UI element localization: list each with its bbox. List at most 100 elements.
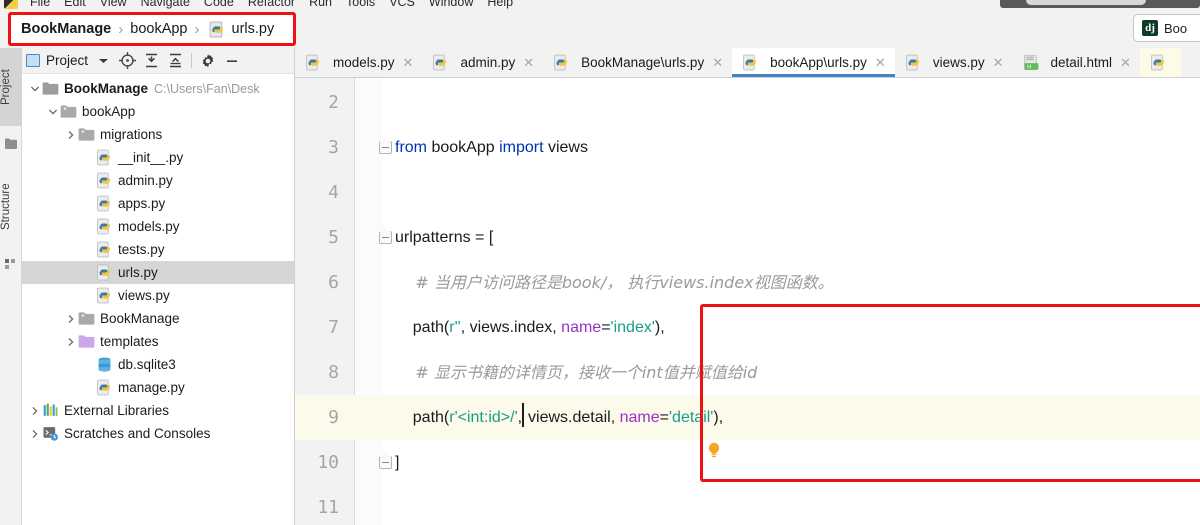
chevron-down-icon[interactable] [92, 50, 114, 72]
line-number: 3 [328, 137, 339, 158]
chevron-right-icon[interactable] [64, 307, 78, 330]
chevron-down-icon[interactable] [28, 77, 42, 100]
menu-item-vcs[interactable]: VCS [382, 0, 422, 9]
chevron-right-icon[interactable] [64, 123, 78, 146]
libraries-icon [43, 403, 58, 416]
editor-tab[interactable]: Hdetail.html ✕ [1013, 48, 1140, 77]
scratches-icon [43, 427, 58, 441]
menu-item-window[interactable]: Window [422, 0, 480, 9]
tree-row[interactable]: urls.py [22, 261, 294, 284]
code-line[interactable]: urlpatterns = [ [395, 215, 493, 260]
code-token: 'detail' [669, 409, 714, 426]
breadcrumb-item-bookapp[interactable]: bookApp [130, 21, 187, 37]
minimize-icon[interactable] [221, 50, 243, 72]
editor-tab[interactable] [1139, 48, 1181, 77]
editor-tab[interactable]: admin.py ✕ [422, 48, 543, 77]
tree-row[interactable]: bookApp [22, 100, 294, 123]
tool-window-bar: Project Structure [0, 48, 22, 525]
tree-row[interactable]: db.sqlite3 [22, 353, 294, 376]
tree-row[interactable]: admin.py [22, 169, 294, 192]
tool-window-tab-structure[interactable]: Structure [0, 164, 22, 250]
intention-bulb-icon[interactable] [707, 442, 721, 459]
tree-row[interactable]: apps.py [22, 192, 294, 215]
menu-item-code[interactable]: Code [197, 0, 241, 9]
code-editor[interactable]: 2 3 from bookApp import views 4 5 urlpatterns… [295, 78, 1200, 525]
chevron-right-icon[interactable] [64, 330, 78, 353]
close-icon[interactable]: ✕ [875, 55, 886, 71]
fold-marker-icon[interactable] [379, 452, 392, 469]
close-icon[interactable]: ✕ [1120, 55, 1131, 71]
code-line[interactable]: # 显示书籍的详情页，接收一个int值并赋值给id [395, 350, 757, 396]
close-icon[interactable]: ✕ [523, 55, 534, 71]
code-token: path( [395, 319, 450, 336]
tree-row-label: BookManage [100, 311, 180, 326]
code-line[interactable]: ] [395, 440, 399, 485]
tree-row[interactable]: BookManage [22, 307, 294, 330]
fold-marker-icon[interactable] [379, 137, 392, 154]
chevron-right-icon[interactable] [28, 422, 42, 445]
menu-item-run[interactable]: Run [302, 0, 339, 9]
chevron-right-icon[interactable] [28, 399, 42, 422]
html-file-icon: H [1023, 54, 1038, 70]
python-file-icon [554, 54, 568, 71]
code-line[interactable]: path(r'', views.index, name='index'), [395, 305, 665, 350]
chevron-down-icon[interactable] [46, 100, 60, 123]
project-toolbar: Project [22, 48, 294, 74]
menu-item-edit[interactable]: Edit [57, 0, 93, 9]
code-token: views [547, 139, 588, 156]
menu-item-view[interactable]: View [93, 0, 134, 9]
project-tree[interactable]: BookManage C:\Users\Fan\Desk bookApp migrat… [22, 74, 294, 445]
breadcrumb-item-project[interactable]: BookManage [21, 21, 111, 37]
tree-row[interactable]: External Libraries [22, 399, 294, 422]
breadcrumb[interactable]: BookManage › bookApp › urls.py [8, 12, 296, 46]
tree-row[interactable]: manage.py [22, 376, 294, 399]
editor-tab[interactable]: bookApp\urls.py ✕ [732, 48, 895, 77]
breadcrumb-item-file[interactable]: urls.py [232, 21, 275, 37]
run-configuration-selector[interactable]: dj Boo [1133, 14, 1200, 42]
tree-row[interactable]: templates [22, 330, 294, 353]
close-icon[interactable]: ✕ [712, 55, 723, 71]
tree-row[interactable]: __init__.py [22, 146, 294, 169]
code-line[interactable]: path(r'<int:id>/', views.detail, name='d… [395, 395, 723, 440]
tree-row[interactable]: models.py [22, 215, 294, 238]
menu-item-tools[interactable]: Tools [339, 0, 382, 9]
python-file-icon [1151, 54, 1164, 71]
project-view-label: Project [46, 53, 89, 68]
tree-row-path: C:\Users\Fan\Desk [154, 81, 260, 96]
editor-tab[interactable]: views.py ✕ [895, 48, 1013, 77]
menu-item-help[interactable]: Help [480, 0, 520, 9]
tree-row-label: tests.py [118, 242, 165, 257]
tree-row[interactable]: tests.py [22, 238, 294, 261]
menu-item-navigate[interactable]: Navigate [134, 0, 197, 9]
editor-tab[interactable]: models.py ✕ [295, 48, 422, 77]
editor-tabs[interactable]: models.py ✕ admin.py ✕ BookManage\urls.py ✕ bo… [295, 48, 1200, 78]
expand-all-icon[interactable] [140, 50, 162, 72]
python-file-icon [97, 287, 111, 304]
code-line[interactable]: # 当用户访问路径是book/， 执行views.index视图函数。 [395, 260, 833, 306]
code-token: views.detail, [523, 409, 620, 426]
toolbar-divider [191, 53, 193, 68]
code-line[interactable]: from bookApp import views [395, 125, 588, 170]
window-controls[interactable] [1000, 0, 1200, 8]
tree-row[interactable]: Scratches and Consoles [22, 422, 294, 445]
locate-icon[interactable] [116, 50, 138, 72]
tool-window-tab-project[interactable]: Project [0, 48, 22, 126]
gear-icon[interactable] [197, 50, 219, 72]
editor-tab-label: admin.py [460, 55, 516, 70]
collapse-all-icon[interactable] [164, 50, 186, 72]
tree-row[interactable]: BookManage C:\Users\Fan\Desk [22, 77, 294, 100]
tree-row[interactable]: views.py [22, 284, 294, 307]
fold-marker-icon[interactable] [379, 227, 392, 244]
tree-row[interactable]: migrations [22, 123, 294, 146]
close-icon[interactable]: ✕ [403, 55, 414, 71]
editor-tab-label: models.py [333, 55, 395, 70]
editor-tab[interactable]: BookManage\urls.py ✕ [543, 48, 732, 77]
code-annotation-box [700, 304, 1200, 482]
close-icon[interactable]: ✕ [993, 55, 1004, 71]
code-token: path( [395, 409, 450, 426]
menu-item-refactor[interactable]: Refactor [241, 0, 302, 9]
menu-item-file[interactable]: File [23, 0, 57, 9]
